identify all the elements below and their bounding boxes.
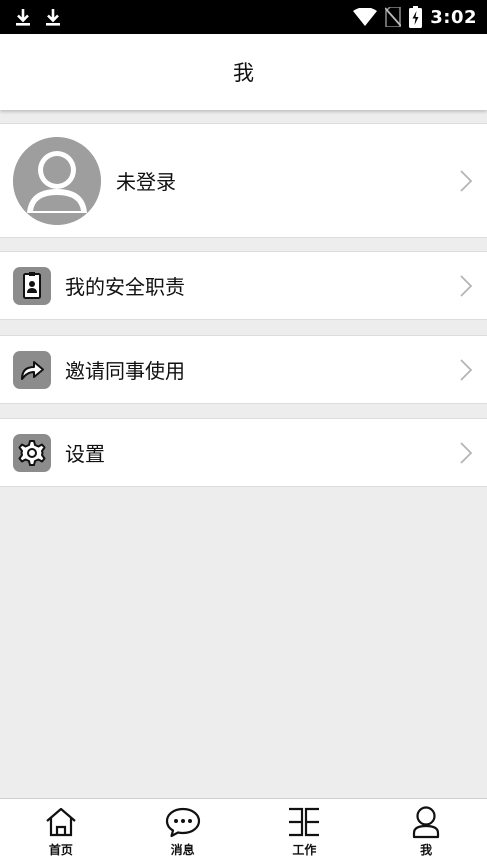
app-header: 我 [0, 34, 487, 110]
home-icon [43, 805, 79, 839]
menu-item-safety-duties[interactable]: 我的安全职责 [0, 251, 487, 320]
menu-item-invite-colleagues[interactable]: 邀请同事使用 [0, 335, 487, 404]
nav-label: 首页 [48, 843, 73, 857]
chevron-right-icon [460, 169, 473, 192]
profile-name: 未登录 [116, 170, 176, 194]
status-time: 3:02 [430, 6, 477, 28]
profile-row[interactable]: 未登录 [0, 123, 487, 238]
battery-charging-icon [409, 6, 423, 28]
page-title: 我 [233, 61, 254, 85]
id-badge-icon [13, 266, 51, 305]
chat-bubble-icon [165, 805, 201, 839]
download-icon [44, 7, 62, 27]
nav-label: 消息 [170, 843, 195, 857]
gear-icon [13, 433, 51, 472]
person-icon [408, 805, 444, 839]
nav-item-work[interactable]: 工作 [244, 799, 366, 865]
bottom-nav: 首页 消息 工作 我 [0, 798, 487, 865]
wifi-icon [353, 8, 378, 26]
no-sim-icon [385, 7, 402, 27]
nav-item-home[interactable]: 首页 [0, 799, 122, 865]
chevron-right-icon [460, 358, 473, 381]
default-avatar-icon [13, 136, 101, 225]
status-right-icons: 3:02 [353, 6, 477, 28]
chevron-right-icon [460, 441, 473, 464]
status-left-icons [14, 7, 62, 27]
status-bar: 3:02 [0, 0, 487, 34]
nav-item-me[interactable]: 我 [365, 799, 487, 865]
work-grid-icon [286, 805, 322, 839]
menu-item-label: 邀请同事使用 [65, 359, 185, 383]
share-arrow-icon [13, 350, 51, 389]
chevron-right-icon [460, 274, 473, 297]
menu-item-label: 设置 [65, 442, 105, 466]
nav-item-messages[interactable]: 消息 [122, 799, 244, 865]
nav-label: 工作 [292, 843, 317, 857]
menu-item-label: 我的安全职责 [65, 275, 185, 299]
menu-item-settings[interactable]: 设置 [0, 418, 487, 487]
download-icon [14, 7, 32, 27]
nav-label: 我 [420, 843, 433, 857]
